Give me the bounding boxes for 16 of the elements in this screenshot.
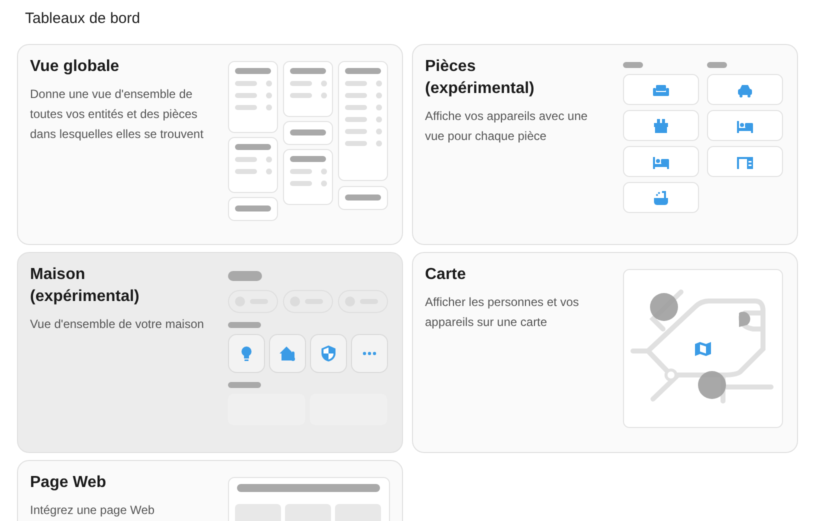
dashboard-option-card[interactable]: Pièces (expérimental) Affiche vos appareils avec une vue pour chaque pièce: [412, 44, 798, 245]
dashboard-option-card[interactable]: Maison (expérimental) Vue d'ensemble de votre maison: [17, 252, 403, 453]
card-description: Affiche vos appareils avec une vue pour chaque pièce: [425, 108, 589, 145]
card-title: Carte: [425, 265, 467, 285]
card-description: Intégrez une page Web: [30, 502, 156, 519]
card-title: Pièces (expérimental): [425, 57, 536, 99]
card-title: Maison (expérimental): [30, 265, 140, 307]
card-title: Vue globale: [30, 57, 120, 77]
dashboard-option-card[interactable]: Page Web Intégrez une page Web: [17, 460, 403, 521]
page-title: Tableaux de bord: [24, 9, 142, 29]
card-description: Donne une vue d'ensemble de toutes vos entités et des pièces dans lesquelles elles se trouvent: [30, 86, 204, 143]
dashboard-option-card[interactable]: Vue globale Donne une vue d'ensemble de toutes vos entités et des pièces dans lesquelles elles se trouvent: [17, 44, 403, 245]
card-title: Page Web: [30, 473, 108, 493]
card-description: Vue d'ensemble de votre maison: [30, 316, 205, 333]
dashboard-option-card[interactable]: Carte Afficher les personnes et vos appareils sur une carte: [412, 252, 798, 453]
card-description: Afficher les personnes et vos appareils sur une carte: [425, 294, 580, 331]
